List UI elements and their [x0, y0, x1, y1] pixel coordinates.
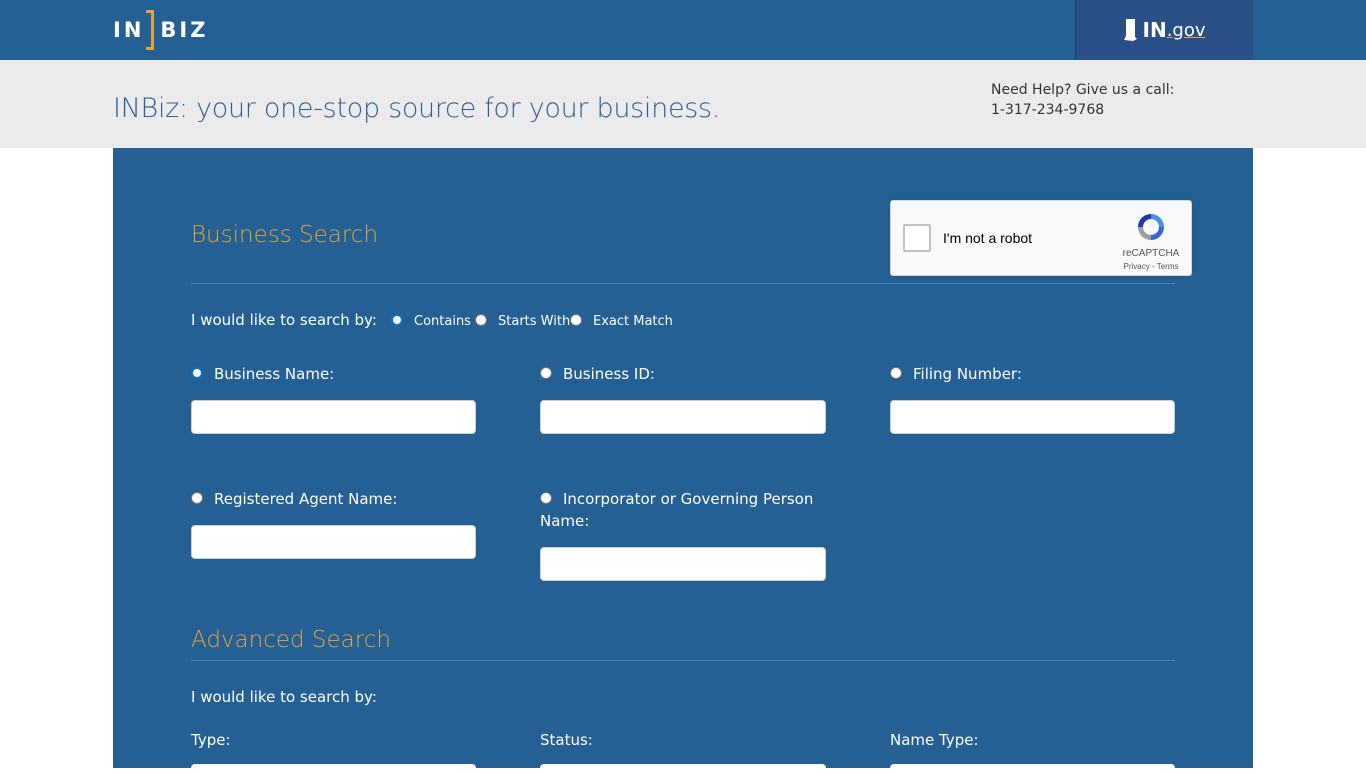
- section-divider: [191, 283, 1175, 284]
- logo-bracket-icon: [146, 10, 155, 50]
- logo-text-biz: BIZ: [160, 18, 209, 42]
- name-type-filter-label: Name Type:: [890, 731, 979, 749]
- type-select[interactable]: [191, 764, 476, 774]
- match-starts-with-label: Starts With: [498, 314, 571, 329]
- recaptcha-widget: I'm not a robot reCAPTCHA Privacy - Term…: [890, 200, 1192, 276]
- recaptcha-checkbox[interactable]: [903, 224, 931, 252]
- governing-person-radio[interactable]: [540, 492, 552, 504]
- name-type-select[interactable]: [890, 764, 1175, 774]
- registered-agent-input[interactable]: [191, 525, 476, 559]
- top-header-bar: IN BIZ IN .gov: [0, 0, 1366, 60]
- help-phone-link[interactable]: 1-317-234-9768: [991, 100, 1174, 120]
- registered-agent-label: Registered Agent Name:: [214, 490, 398, 508]
- business-id-label: Business ID:: [563, 365, 655, 383]
- page-banner: INBiz: your one-stop source for your bus…: [0, 60, 1366, 148]
- match-contains-radio[interactable]: [391, 314, 403, 326]
- ingov-text-in: IN: [1142, 18, 1167, 42]
- help-contact: Need Help? Give us a call: 1-317-234-976…: [991, 80, 1174, 120]
- match-exact-label: Exact Match: [593, 314, 673, 329]
- match-contains-label: Contains: [414, 314, 471, 329]
- ingov-text-gov: .gov: [1166, 19, 1206, 41]
- match-exact-radio[interactable]: [570, 314, 582, 326]
- recaptcha-icon: [1138, 214, 1164, 240]
- business-id-input[interactable]: [540, 400, 826, 434]
- business-name-label: Business Name:: [214, 365, 335, 383]
- status-select[interactable]: [540, 764, 826, 774]
- indiana-state-icon: [1123, 19, 1137, 41]
- page-tagline: INBiz: your one-stop source for your bus…: [113, 93, 721, 124]
- inbiz-logo[interactable]: IN BIZ: [113, 9, 208, 51]
- ingov-logo[interactable]: IN .gov: [1075, 0, 1253, 60]
- governing-person-label-line2: Name:: [540, 512, 590, 530]
- recaptcha-logo: reCAPTCHA Privacy - Terms: [1121, 211, 1181, 271]
- filing-number-radio[interactable]: [890, 367, 902, 379]
- match-starts-with-radio[interactable]: [475, 314, 487, 326]
- business-id-radio[interactable]: [540, 367, 552, 379]
- business-name-input[interactable]: [191, 400, 476, 434]
- advanced-search-by-label: I would like to search by:: [191, 688, 377, 706]
- search-panel: Business Search I'm not a robot reCAPTCH…: [113, 148, 1253, 774]
- advanced-section-divider: [191, 660, 1175, 661]
- filing-number-label: Filing Number:: [913, 365, 1022, 383]
- governing-person-input[interactable]: [540, 547, 826, 581]
- advanced-search-title: Advanced Search: [191, 627, 391, 653]
- recaptcha-label: I'm not a robot: [943, 230, 1033, 246]
- filing-number-input[interactable]: [890, 400, 1175, 434]
- recaptcha-brand: reCAPTCHA: [1122, 248, 1180, 259]
- governing-person-label-line1: Incorporator or Governing Person: [563, 490, 814, 508]
- recaptcha-links[interactable]: Privacy - Terms: [1121, 262, 1181, 271]
- business-search-title: Business Search: [191, 222, 379, 248]
- status-filter-label: Status:: [540, 731, 593, 749]
- type-filter-label: Type:: [191, 731, 231, 749]
- registered-agent-radio[interactable]: [191, 492, 203, 504]
- search-by-label: I would like to search by:: [191, 311, 377, 329]
- help-text: Need Help? Give us a call:: [991, 82, 1175, 98]
- business-name-radio[interactable]: [191, 367, 203, 379]
- logo-text-in: IN: [113, 18, 145, 42]
